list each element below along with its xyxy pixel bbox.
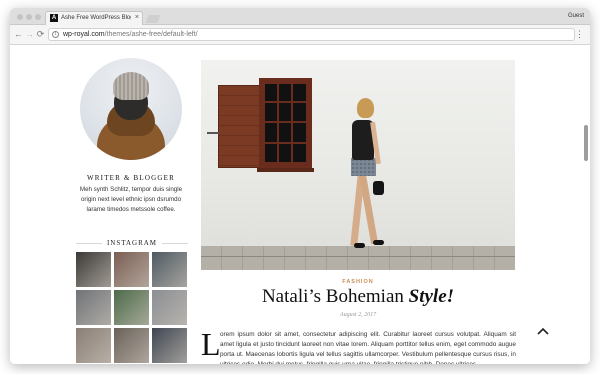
instagram-photo[interactable]	[114, 328, 149, 363]
instagram-photo[interactable]	[76, 328, 111, 363]
instagram-photo[interactable]	[152, 252, 187, 287]
address-bar[interactable]: i wp-royal.com/themes/ashe-free/default-…	[48, 28, 575, 41]
post-title-emphasis: Style!	[408, 286, 455, 307]
model-shorts	[351, 158, 376, 176]
author-bio: Meh synth Schlitz, tempor duis single or…	[79, 186, 183, 213]
instagram-photo[interactable]	[76, 290, 111, 325]
browser-tab[interactable]: A Ashe Free WordPress Blog Th ×	[45, 11, 143, 25]
heading-rule-right	[162, 243, 188, 244]
web-page: WRITER & BLOGGER Meh synth Schlitz, temp…	[10, 45, 590, 364]
pavement	[201, 246, 515, 270]
post-date: August 2, 2017	[339, 312, 377, 318]
window-sill	[257, 168, 314, 172]
url-host: wp-royal.com	[63, 31, 105, 38]
site-info-icon[interactable]: i	[52, 31, 59, 38]
tab-title: Ashe Free WordPress Blog Th	[61, 15, 131, 21]
instagram-photo[interactable]	[76, 252, 111, 287]
scroll-to-top-icon[interactable]	[536, 325, 550, 337]
scrollbar-thumb[interactable]	[584, 125, 588, 161]
favicon-icon: A	[50, 14, 58, 22]
avatar-beanie	[113, 72, 149, 100]
tab-bar: A Ashe Free WordPress Blog Th × Guest	[10, 8, 590, 25]
instagram-heading: INSTAGRAM	[76, 238, 188, 248]
window-glass	[265, 84, 306, 162]
back-icon[interactable]: ←	[13, 29, 24, 40]
post-title-main: Natali’s Bohemian	[261, 286, 409, 307]
post-excerpt: orem ipsum dolor sit amet, consectetur a…	[220, 331, 516, 364]
zoom-window-button[interactable]	[35, 14, 41, 20]
model-shoe	[373, 240, 384, 245]
post-title[interactable]: Natali’s Bohemian Style!	[201, 285, 515, 309]
tab-close-icon[interactable]: ×	[135, 13, 139, 23]
author-avatar	[80, 58, 182, 160]
minimize-window-button[interactable]	[26, 14, 32, 20]
window-shutter	[218, 85, 261, 168]
url-text: wp-royal.com/themes/ashe-free/default-le…	[63, 29, 198, 41]
instagram-photo[interactable]	[114, 252, 149, 287]
instagram-photo[interactable]	[114, 290, 149, 325]
model-bag	[373, 181, 384, 195]
url-path: /themes/ashe-free/default-left/	[104, 31, 198, 38]
new-tab-button[interactable]	[145, 15, 161, 23]
reload-icon[interactable]: ⟳	[35, 29, 46, 40]
instagram-photo[interactable]	[152, 328, 187, 363]
close-window-button[interactable]	[17, 14, 23, 20]
featured-image[interactable]	[201, 60, 515, 270]
browser-window: A Ashe Free WordPress Blog Th × Guest ← …	[10, 8, 590, 364]
browser-toolbar: ← → ⟳ i wp-royal.com/themes/ashe-free/de…	[10, 25, 590, 45]
profile-label[interactable]: Guest	[568, 11, 584, 21]
instagram-photo[interactable]	[152, 290, 187, 325]
drop-cap: L	[201, 326, 221, 362]
forward-icon[interactable]: →	[24, 29, 35, 40]
model-shoe	[354, 243, 365, 248]
pavement-line	[201, 256, 515, 257]
model-hair	[357, 98, 374, 118]
author-role: WRITER & BLOGGER	[86, 174, 176, 182]
browser-menu-icon[interactable]: ⋮	[575, 29, 584, 40]
shutter-handle	[207, 132, 219, 134]
